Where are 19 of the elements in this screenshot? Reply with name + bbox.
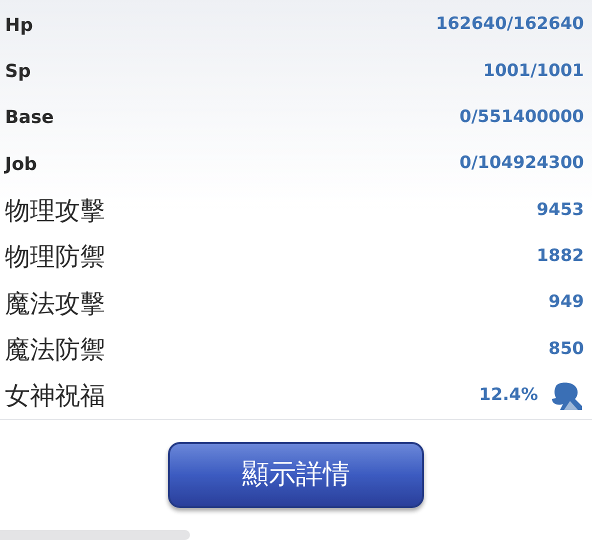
stat-label: 女神祝福 [5, 383, 105, 408]
stat-value: 949 [548, 291, 584, 314]
stat-value: 9453 [536, 198, 584, 222]
stat-label: Base [5, 106, 54, 130]
stat-value: 12.4% [479, 384, 538, 408]
stat-label: Sp [5, 60, 31, 84]
stat-value: 0/104924300 [460, 152, 584, 176]
stat-label: Hp [5, 14, 33, 38]
stat-label: 物理攻擊 [5, 198, 105, 223]
stat-label: 魔法攻擊 [5, 290, 105, 316]
stat-label: 物理防禦 [5, 244, 105, 270]
show-details-button[interactable]: 顯示詳情 [168, 442, 424, 508]
stat-label: 魔法防禦 [5, 336, 105, 362]
stat-value: 1001/1001 [483, 60, 584, 83]
stat-value: 850 [548, 338, 584, 361]
stat-value: 162640/162640 [436, 13, 584, 36]
stat-value: 0/551400000 [460, 106, 584, 130]
stat-label: Job [5, 152, 37, 177]
stat-value: 1882 [536, 245, 584, 268]
